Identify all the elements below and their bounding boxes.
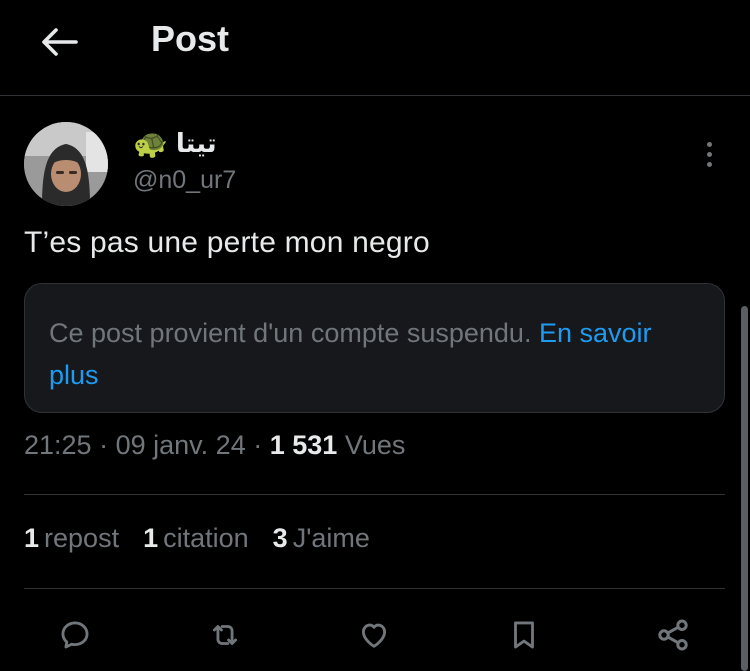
page-title: Post (151, 18, 230, 59)
display-name[interactable]: تيتا (176, 129, 217, 159)
reply-button[interactable] (50, 610, 100, 660)
like-icon (361, 623, 387, 648)
repost-button[interactable] (200, 610, 250, 660)
post-text: T’es pas une perte mon negro (24, 226, 430, 259)
views-count[interactable]: 1 531 (270, 430, 338, 460)
more-options-button[interactable] (694, 134, 724, 174)
repost-stat[interactable]: 1 repost (24, 523, 119, 554)
user-handle[interactable]: @n0_ur7 (133, 166, 236, 195)
action-bar (0, 610, 750, 666)
divider (24, 494, 725, 495)
share-button[interactable] (648, 610, 698, 660)
turtle-emoji-icon: 🐢 (133, 127, 168, 160)
divider (24, 588, 725, 589)
like-label: J'aime (292, 523, 370, 553)
engagement-stats: 1 repost 1 citation 3 J'aime (24, 523, 370, 554)
scrollbar[interactable] (741, 306, 748, 671)
post-meta: 21:25 · 09 janv. 24 · 1 531 Vues (24, 430, 405, 461)
notice-text: Ce post provient d'un compte suspendu. (49, 318, 532, 348)
suspended-account-notice: Ce post provient d'un compte suspendu. E… (24, 283, 725, 413)
meta-separator: · (99, 430, 109, 460)
back-button[interactable] (36, 22, 82, 62)
like-stat[interactable]: 3 J'aime (273, 523, 370, 554)
like-count: 3 (272, 523, 288, 553)
profile-photo (24, 122, 108, 206)
quote-stat[interactable]: 1 citation (143, 523, 249, 554)
reply-icon (61, 621, 89, 649)
post-time: 21:25 (24, 430, 92, 460)
repost-icon (212, 625, 238, 645)
avatar[interactable] (24, 122, 108, 206)
quote-count: 1 (143, 523, 159, 553)
post-date: 09 janv. 24 (115, 430, 246, 460)
bookmark-icon (514, 621, 534, 649)
views-label: Vues (344, 430, 406, 460)
top-bar: Post (0, 0, 750, 96)
arrow-left-icon (42, 28, 78, 56)
bookmark-button[interactable] (499, 610, 549, 660)
more-dots-icon (706, 141, 712, 147)
repost-label: repost (44, 523, 120, 553)
quote-label: citation (163, 523, 249, 553)
repost-count: 1 (24, 523, 40, 553)
meta-separator: · (253, 430, 263, 460)
like-button[interactable] (349, 610, 399, 660)
author-name-row[interactable]: 🐢 تيتا (133, 124, 217, 164)
share-icon (658, 619, 688, 651)
